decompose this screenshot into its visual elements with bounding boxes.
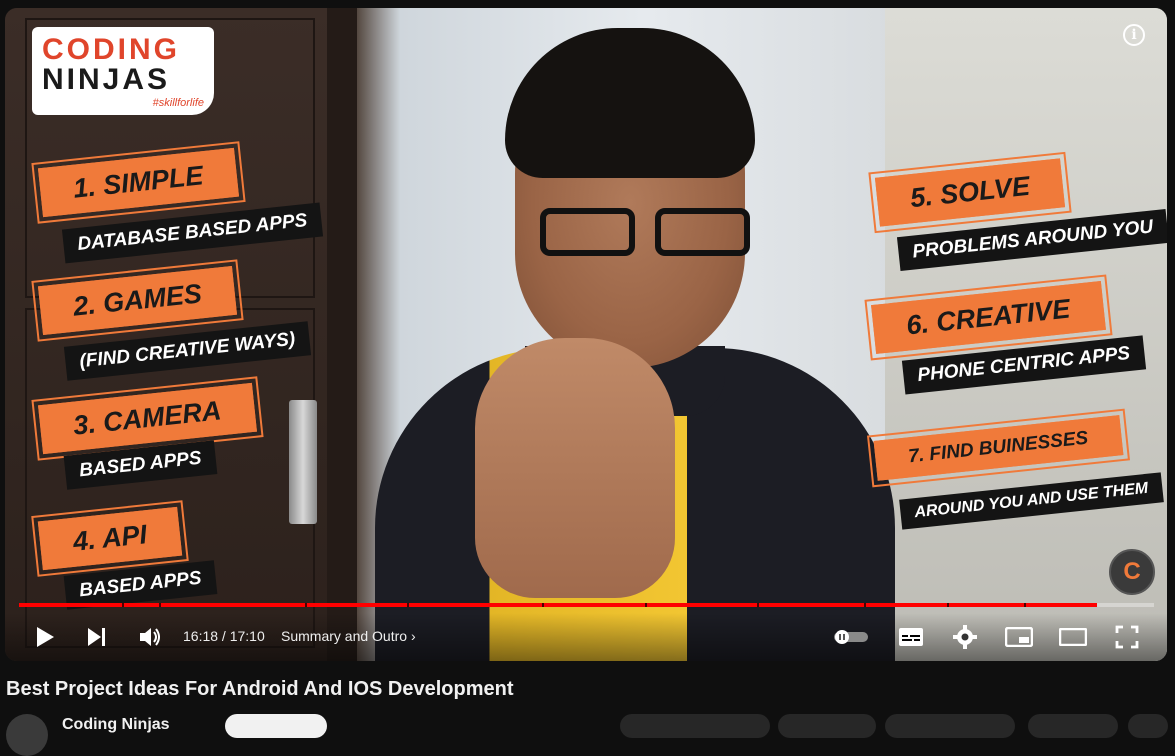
miniplayer-button[interactable] — [1005, 623, 1033, 651]
like-dislike-button[interactable] — [620, 714, 770, 738]
next-icon — [88, 628, 105, 646]
progress-fill — [19, 603, 1098, 607]
miniplayer-icon — [1005, 627, 1033, 647]
player-controls: 16:18 / 17:10 Summary and Outro › — [5, 613, 1167, 661]
channel-avatar[interactable] — [6, 714, 48, 756]
fullscreen-icon — [1115, 625, 1139, 649]
channel-name[interactable]: Coding Ninjas — [62, 716, 170, 734]
presenter — [355, 28, 915, 661]
subtitles-button[interactable] — [898, 623, 924, 651]
volume-button[interactable] — [137, 623, 163, 651]
chapter-title[interactable]: Summary and Outro › — [281, 628, 416, 644]
info-icon[interactable]: i — [1123, 24, 1145, 46]
theater-mode-button[interactable] — [1059, 623, 1087, 651]
theater-icon — [1059, 628, 1087, 646]
autoplay-toggle[interactable] — [833, 623, 869, 651]
chevron-right-icon: › — [410, 628, 416, 644]
next-button[interactable] — [85, 623, 109, 651]
time-display: 16:18 / 17:10 — [183, 628, 265, 644]
settings-button[interactable] — [952, 623, 978, 651]
subscribe-button[interactable] — [225, 714, 327, 738]
clip-button[interactable] — [1028, 714, 1118, 738]
fullscreen-button[interactable] — [1115, 623, 1139, 651]
share-button[interactable] — [778, 714, 876, 738]
subtitles-icon — [899, 628, 923, 646]
volume-icon — [140, 628, 160, 646]
video-title: Best Project Ideas For Android And IOS D… — [6, 678, 514, 700]
settings-icon — [953, 625, 977, 649]
background-door-handle — [289, 400, 317, 524]
autoplay-toggle-icon — [834, 630, 868, 644]
channel-watermark-icon[interactable]: C — [1109, 549, 1155, 595]
play-icon — [37, 627, 54, 647]
download-button[interactable] — [885, 714, 1015, 738]
play-button[interactable] — [33, 623, 57, 651]
progress-bar[interactable] — [19, 603, 1154, 607]
more-actions-button[interactable] — [1128, 714, 1168, 738]
coding-ninjas-logo: CODING NINJAS #skillforlife — [32, 27, 214, 115]
background-door-frame — [327, 8, 357, 661]
video-player[interactable]: CODING NINJAS #skillforlife 1. SIMPLE DA… — [5, 8, 1167, 661]
